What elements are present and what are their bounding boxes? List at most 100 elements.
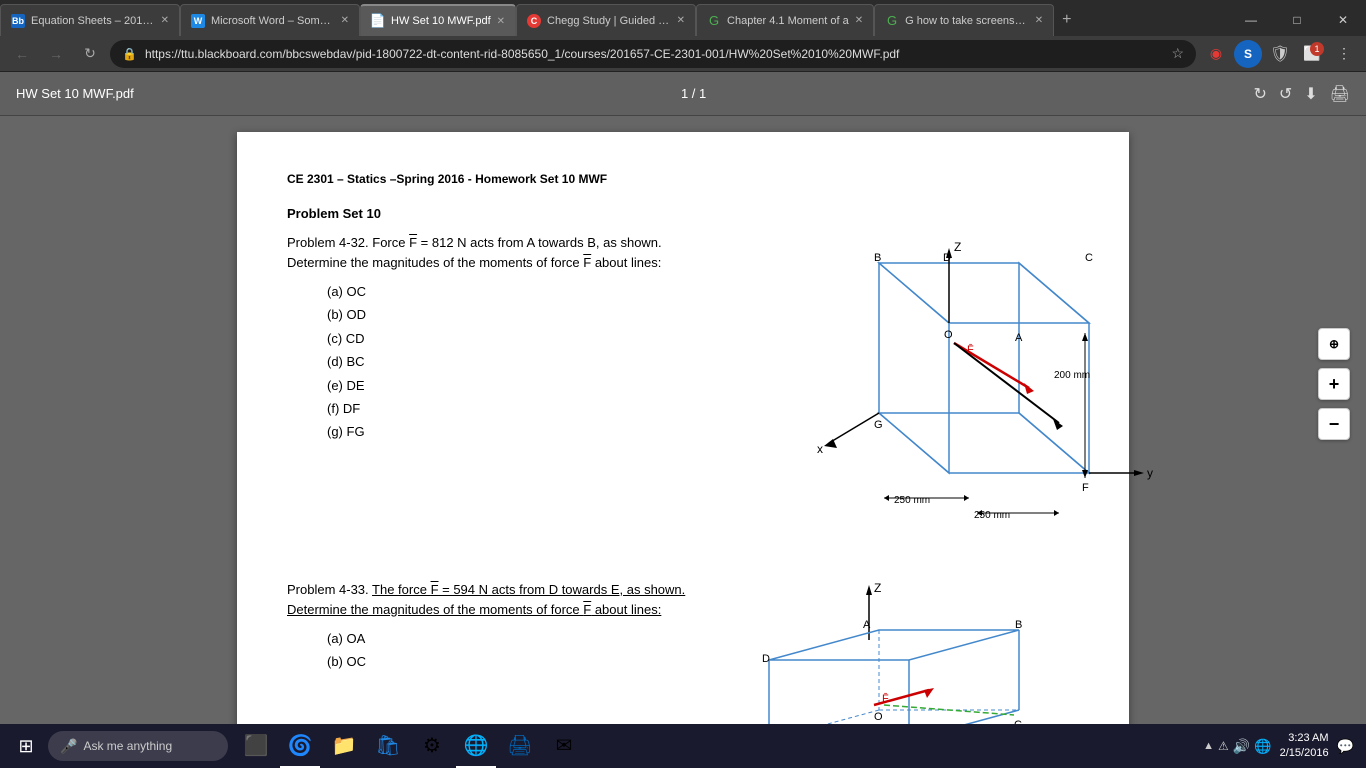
action-center-icon[interactable]: 💬 xyxy=(1337,738,1354,755)
address-bar-row: ← → ↻ 🔒 https://ttu.blackboard.com/bbcsw… xyxy=(0,36,1366,72)
tab-favicon-2: W xyxy=(191,14,205,28)
search-text: Ask me anything xyxy=(83,739,172,753)
close-button[interactable]: ✕ xyxy=(1320,4,1366,36)
taskbar-search[interactable]: 🎤 Ask me anything xyxy=(48,731,228,761)
taskbar-apps: ⬛ 🌀 📁 🛍 ⚙ 🌐 🖨 ✉ xyxy=(236,724,584,768)
pdf-refresh-button[interactable]: ↺ xyxy=(1279,84,1292,104)
chrome-icon: 🌐 xyxy=(464,733,489,758)
taskview-button[interactable]: ⬛ xyxy=(236,724,276,768)
explorer-app[interactable]: 📁 xyxy=(324,724,364,768)
back-button[interactable]: ← xyxy=(8,40,36,68)
taskbar-right: ▲ ⚠ 🔊 🌐 3:23 AM 2/15/2016 💬 xyxy=(1203,731,1362,762)
tab-close-4[interactable]: ✕ xyxy=(677,15,685,26)
hp-app[interactable]: 🖨 xyxy=(500,724,540,768)
tab-close-2[interactable]: ✕ xyxy=(341,15,349,26)
pdf-container[interactable]: CE 2301 – Statics –Spring 2016 - Homewor… xyxy=(0,116,1366,768)
tab-title-1: Equation Sheets – 201657 xyxy=(31,15,155,27)
tab-screenshot[interactable]: G G how to take screenshot o ✕ xyxy=(874,4,1054,36)
tab-pdf[interactable]: 📄 HW Set 10 MWF.pdf ✕ xyxy=(360,4,516,36)
search-mic-icon: 🎤 xyxy=(60,738,77,755)
tab-word[interactable]: W Microsoft Word – Some U ✕ xyxy=(180,4,360,36)
url-text: https://ttu.blackboard.com/bbcswebdav/pi… xyxy=(145,47,1163,61)
edge-app[interactable]: 🌀 xyxy=(280,724,320,768)
taskview-icon: ⬛ xyxy=(244,733,269,758)
tab-close-5[interactable]: ✕ xyxy=(855,15,863,26)
mail-app[interactable]: ✉ xyxy=(544,724,584,768)
tab-favicon-5: G xyxy=(707,14,721,28)
diagram1-svg: Z y x D B C O A xyxy=(719,233,1079,553)
clock-date: 2/15/2016 xyxy=(1280,746,1329,761)
maximize-button[interactable]: □ xyxy=(1274,4,1320,36)
tab-favicon-1: Bb xyxy=(11,14,25,28)
profile-icon[interactable]: S xyxy=(1234,40,1262,68)
store-app[interactable]: 🛍 xyxy=(368,724,408,768)
forward-button[interactable]: → xyxy=(42,40,70,68)
tab-favicon-3: 📄 xyxy=(371,14,385,28)
tab-equation-sheets[interactable]: Bb Equation Sheets – 201657 ✕ xyxy=(0,4,180,36)
tab-bar: Bb Equation Sheets – 201657 ✕ W Microsof… xyxy=(0,0,1366,36)
menu-icon[interactable]: ⋮ xyxy=(1330,40,1358,68)
dim-250-1: 250 mm xyxy=(894,495,930,506)
z-axis-label: Z xyxy=(954,240,961,254)
up-arrow-icon[interactable]: ▲ xyxy=(1203,740,1214,752)
problem1-item-a: (a) OC xyxy=(327,280,699,303)
notification-badge: 1 xyxy=(1310,42,1324,56)
tray-icon-1: ⚠ xyxy=(1218,739,1229,753)
zoom-out-button[interactable]: − xyxy=(1318,408,1350,440)
pdf-rotate-button[interactable]: ↻ xyxy=(1253,84,1266,104)
pdf-page-info: 1 / 1 xyxy=(134,86,1254,101)
address-bar[interactable]: 🔒 https://ttu.blackboard.com/bbcswebdav/… xyxy=(110,40,1196,68)
tab-title-5: Chapter 4.1 Moment of a xyxy=(727,15,849,27)
tab-title-4: Chegg Study | Guided Sol xyxy=(547,15,671,27)
problem-set-title: Problem Set 10 xyxy=(287,206,1079,221)
start-button[interactable]: ⊞ xyxy=(4,724,48,768)
problem1-row: Problem 4-32. Force F = 812 N acts from … xyxy=(287,233,1079,556)
tab-close-6[interactable]: ✕ xyxy=(1035,15,1043,26)
browser-toolbar-right: ◉ S 🛡 ⬜ 1 ⋮ xyxy=(1202,40,1358,68)
x-axis-label: x xyxy=(817,442,823,456)
zoom-fit-button[interactable]: ⊕ xyxy=(1318,328,1350,360)
mail-icon: ✉ xyxy=(556,733,573,758)
tab-chapter[interactable]: G Chapter 4.1 Moment of a ✕ xyxy=(696,4,874,36)
notification-area: ▲ ⚠ 🔊 🌐 xyxy=(1203,738,1272,755)
tab-chegg[interactable]: C Chegg Study | Guided Sol ✕ xyxy=(516,4,696,36)
chrome-app[interactable]: 🌐 xyxy=(456,724,496,768)
profile-wrap: S xyxy=(1234,40,1262,68)
new-tab-button[interactable]: + xyxy=(1054,4,1079,36)
tab-title-3: HW Set 10 MWF.pdf xyxy=(391,15,491,27)
problem1-text: Problem 4-32. Force F = 812 N acts from … xyxy=(287,233,699,556)
minimize-button[interactable]: — xyxy=(1228,4,1274,36)
problem2-list: (a) OA (b) OC xyxy=(327,627,699,674)
label-G: G xyxy=(874,419,883,431)
label-B2: B xyxy=(1015,619,1022,631)
bookmark-icon[interactable]: ☆ xyxy=(1171,45,1184,62)
problem1-item-b: (b) OD xyxy=(327,303,699,326)
window-controls: — □ ✕ xyxy=(1228,4,1366,36)
extensions-icon[interactable]: ◉ xyxy=(1202,40,1230,68)
settings-icon: ⚙ xyxy=(423,733,441,758)
tab-title-2: Microsoft Word – Some U xyxy=(211,15,335,27)
tab-close-1[interactable]: ✕ xyxy=(161,15,169,26)
antivirus-icon[interactable]: 🛡 xyxy=(1266,40,1294,68)
problem1-diagram: Z y x D B C O A xyxy=(719,233,1079,556)
course-header: CE 2301 – Statics –Spring 2016 - Homewor… xyxy=(287,172,1079,186)
reload-button[interactable]: ↻ xyxy=(76,40,104,68)
problem1-list: (a) OC (b) OD (c) CD (d) BC (e) DE (f) D… xyxy=(327,280,699,444)
zoom-in-button[interactable]: + xyxy=(1318,368,1350,400)
problem2-item-b: (b) OC xyxy=(327,650,699,673)
tab-favicon-4: C xyxy=(527,14,541,28)
tab-close-3[interactable]: ✕ xyxy=(497,16,505,27)
label-D: D xyxy=(943,252,951,264)
edge-icon: 🌀 xyxy=(288,733,313,758)
label-B: B xyxy=(874,252,881,264)
label-O2: O xyxy=(874,711,883,723)
pdf-toolbar-right: ↻ ↺ ⬇ 🖨 xyxy=(1253,84,1350,104)
volume-icon[interactable]: 🔊 xyxy=(1233,738,1250,755)
pdf-download-button[interactable]: ⬇ xyxy=(1304,84,1317,104)
label-O: O xyxy=(944,329,953,341)
system-clock[interactable]: 3:23 AM 2/15/2016 xyxy=(1280,731,1329,762)
pdf-print-button[interactable]: 🖨 xyxy=(1330,84,1350,104)
problem2-item-a: (a) OA xyxy=(327,627,699,650)
network-icon[interactable]: 🌐 xyxy=(1254,738,1271,755)
settings-app[interactable]: ⚙ xyxy=(412,724,452,768)
